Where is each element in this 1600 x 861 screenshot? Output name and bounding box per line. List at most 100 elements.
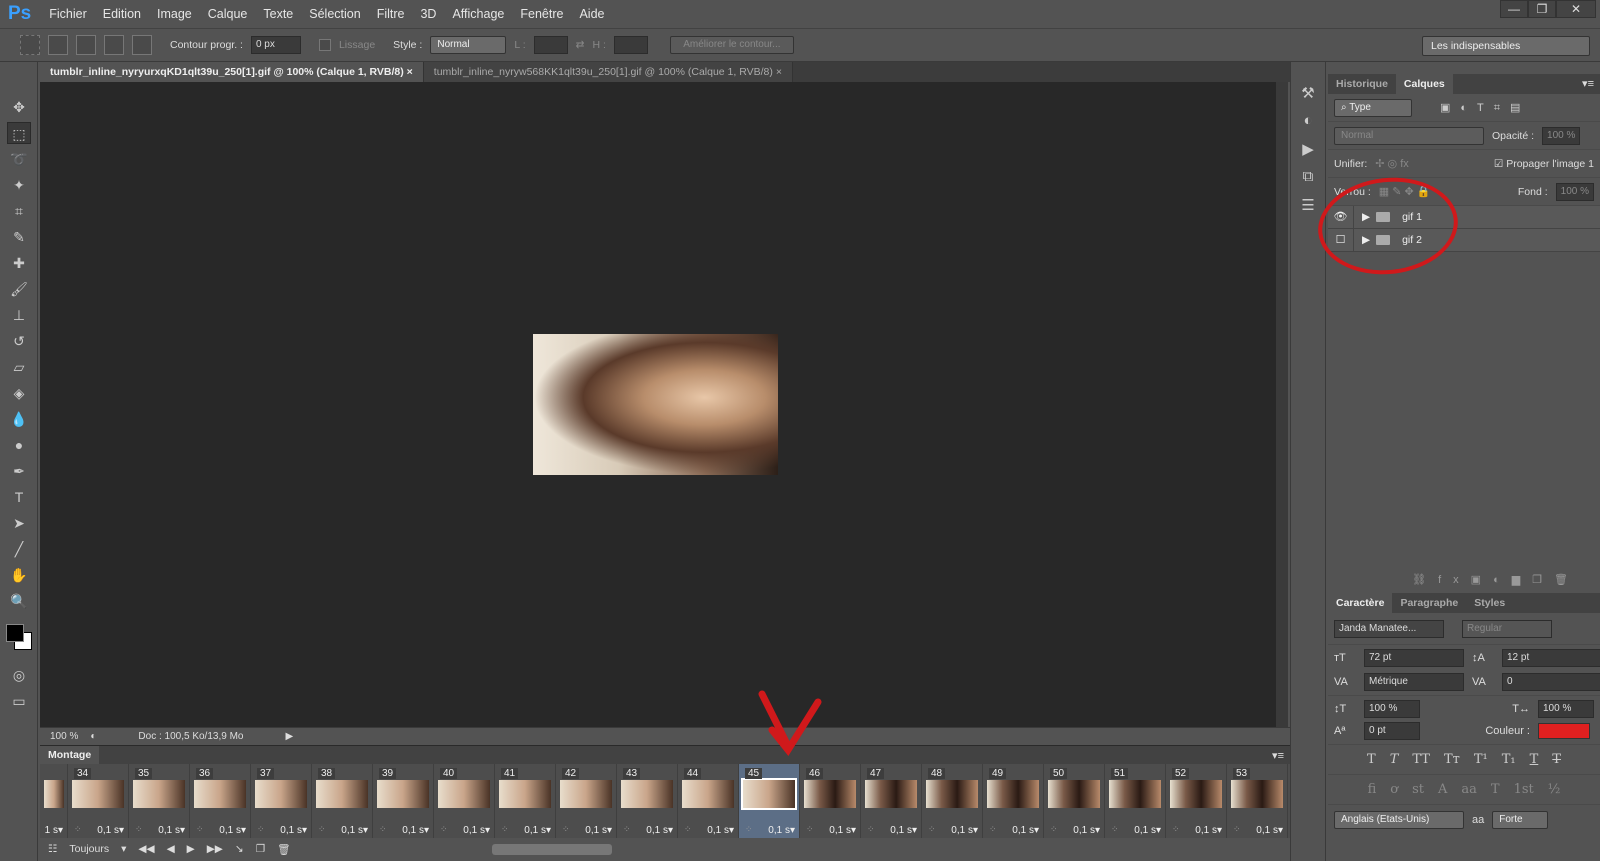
timeline-tab[interactable]: Montage [40, 746, 100, 764]
disposal-icon[interactable]: ⁘ [318, 824, 326, 835]
disposal-icon[interactable]: ⁘ [1050, 824, 1058, 835]
opentype-button-6[interactable]: 1st [1514, 782, 1534, 797]
opentype-button-3[interactable]: A [1438, 782, 1447, 797]
frame-49[interactable]: 49 ⁘ 0,1 s▾ [983, 764, 1044, 838]
frame-delay[interactable]: 0,1 s▾ [219, 825, 246, 836]
frame-delay[interactable]: 0,1 s▾ [402, 825, 429, 836]
disposal-icon[interactable]: ⁘ [745, 824, 753, 835]
opentype-button-1[interactable]: ơ [1390, 782, 1398, 797]
zoom-level[interactable]: 100 % [50, 731, 78, 742]
language-select[interactable]: Anglais (Etats-Unis) [1334, 811, 1464, 829]
typo-button-5[interactable]: T₁ [1502, 752, 1516, 767]
frame-delay[interactable]: 0,1 s▾ [646, 825, 673, 836]
tab-layers[interactable]: Calques [1395, 74, 1453, 94]
typo-button-3[interactable]: Tт [1444, 752, 1460, 767]
typo-button-6[interactable]: T [1530, 752, 1539, 767]
frame-47[interactable]: 47 ⁘ 0,1 s▾ [861, 764, 922, 838]
hand-tool-icon[interactable]: ✋ [7, 564, 31, 586]
play-icon[interactable]: ▶ [187, 843, 195, 855]
tween-icon[interactable]: ↘ [235, 843, 244, 855]
restore-button[interactable]: ❐ [1528, 0, 1556, 18]
marquee-preset-icon[interactable] [20, 35, 40, 55]
frame-50[interactable]: 50 ⁘ 0,1 s▾ [1044, 764, 1105, 838]
color-swatches[interactable] [6, 618, 32, 658]
tracking-input[interactable]: 0 [1502, 673, 1600, 691]
line-tool-icon[interactable]: ╱ [7, 538, 31, 560]
font-family-select[interactable]: Janda Manatee... [1334, 619, 1444, 638]
opacity-input[interactable]: 100 % [1542, 126, 1581, 145]
tab-paragraph[interactable]: Paragraphe [1392, 593, 1466, 613]
frame-delay[interactable]: 0,1 s▾ [1195, 825, 1222, 836]
filter-icons[interactable]: ▣◐T⌗▤ [1440, 101, 1530, 115]
disposal-icon[interactable]: ⁘ [623, 824, 631, 835]
refine-edge-button[interactable]: Améliorer le contour... [669, 36, 794, 54]
antialias-select[interactable]: Forte [1492, 811, 1549, 829]
brush-tool-icon[interactable]: 🖌 [7, 278, 31, 300]
frame-46[interactable]: 46 ⁘ 0,1 s▾ [800, 764, 861, 838]
fill-input[interactable]: 100 % [1555, 182, 1594, 201]
panel-menu-icon[interactable]: ▾≡ [1576, 74, 1600, 94]
history-brush-icon[interactable]: ↺ [7, 330, 31, 352]
delete-frame-icon[interactable]: 🗑 [277, 843, 290, 856]
screen-mode-icon[interactable]: ▭ [7, 690, 31, 712]
disposal-icon[interactable]: ⁘ [562, 824, 570, 835]
frame-45[interactable]: 45 ⁘ 0,1 s▾ [739, 764, 800, 838]
font-style-select[interactable]: Regular [1462, 619, 1552, 638]
frame-delay[interactable]: 0,1 s▾ [1256, 825, 1283, 836]
frame-39[interactable]: 39 ⁘ 0,1 s▾ [373, 764, 434, 838]
healing-brush-icon[interactable]: ✚ [7, 252, 31, 274]
convert-timeline-icon[interactable]: ☷ [48, 843, 57, 855]
opentype-button-2[interactable]: st [1412, 782, 1424, 797]
tab-document-2[interactable]: tumblr_inline_nyryw568KK1qlt39u_250[1].g… [423, 62, 793, 82]
minimize-button[interactable]: — [1500, 0, 1528, 18]
style-select[interactable]: Normal [430, 36, 507, 54]
disposal-icon[interactable]: ⁘ [440, 824, 448, 835]
subtract-selection-button[interactable] [104, 35, 124, 55]
frame-37[interactable]: 37 ⁘ 0,1 s▾ [251, 764, 312, 838]
menu-calque[interactable]: Calque [208, 7, 248, 21]
stamp-tool-icon[interactable]: ⊥ [7, 304, 31, 326]
horizontal-scale-input[interactable]: 100 % [1538, 700, 1594, 718]
menu-fenêtre[interactable]: Fenêtre [520, 7, 563, 21]
workspace-select[interactable]: Les indispensables [1422, 36, 1590, 56]
disposal-icon[interactable]: ⁘ [1172, 824, 1180, 835]
disposal-icon[interactable]: ⁘ [135, 824, 143, 835]
opentype-button-5[interactable]: T [1491, 782, 1500, 797]
panel-menu-icon[interactable]: ▾≡ [1272, 749, 1290, 762]
chevron-down-icon[interactable]: ▾ [121, 843, 126, 855]
menu-3d[interactable]: 3D [420, 7, 436, 21]
adjustments-icon[interactable]: ◐ [1297, 112, 1319, 134]
frame-delay[interactable]: 0,1 s▾ [1134, 825, 1161, 836]
new-selection-button[interactable] [48, 35, 68, 55]
timeline-scrollbar[interactable] [492, 843, 613, 855]
width-input[interactable] [533, 36, 568, 54]
disposal-icon[interactable]: ⁘ [196, 824, 204, 835]
leading-input[interactable]: 12 pt [1502, 649, 1600, 667]
frame-48[interactable]: 48 ⁘ 0,1 s▾ [922, 764, 983, 838]
disposal-icon[interactable]: ⁘ [867, 824, 875, 835]
typo-button-1[interactable]: T [1390, 752, 1399, 767]
blur-tool-icon[interactable]: 💧 [7, 408, 31, 430]
add-selection-button[interactable] [76, 35, 96, 55]
eraser-icon[interactable]: ▱ [7, 356, 31, 378]
disposal-icon[interactable]: ⁘ [684, 824, 692, 835]
layer-actions[interactable]: ⛓fx▣◐▆❐🗑 [1328, 573, 1600, 593]
frame-delay[interactable]: 0,1 s▾ [280, 825, 307, 836]
frame-40[interactable]: 40 ⁘ 0,1 s▾ [434, 764, 495, 838]
frame-delay[interactable]: 0,1 s▾ [890, 825, 917, 836]
frame-delay[interactable]: 0,1 s▾ [341, 825, 368, 836]
status-menu-arrow-icon[interactable]: ▶ [285, 731, 293, 742]
duplicate-frame-icon[interactable]: ❐ [256, 843, 265, 855]
lasso-tool-icon[interactable]: ➰ [7, 148, 31, 170]
menu-image[interactable]: Image [157, 7, 192, 21]
menu-fichier[interactable]: Fichier [49, 7, 87, 21]
frame-delay[interactable]: 1 s▾ [45, 825, 63, 836]
typo-button-0[interactable]: T [1367, 752, 1376, 767]
quick-mask-icon[interactable]: ◎ [7, 664, 31, 686]
disposal-icon[interactable]: ⁘ [501, 824, 509, 835]
opentype-button-4[interactable]: aa [1461, 782, 1477, 797]
next-frame-icon[interactable]: ▶▶ [207, 843, 223, 855]
frame-38[interactable]: 38 ⁘ 0,1 s▾ [312, 764, 373, 838]
frame-42[interactable]: 42 ⁘ 0,1 s▾ [556, 764, 617, 838]
tab-character[interactable]: Caractère [1328, 593, 1393, 613]
